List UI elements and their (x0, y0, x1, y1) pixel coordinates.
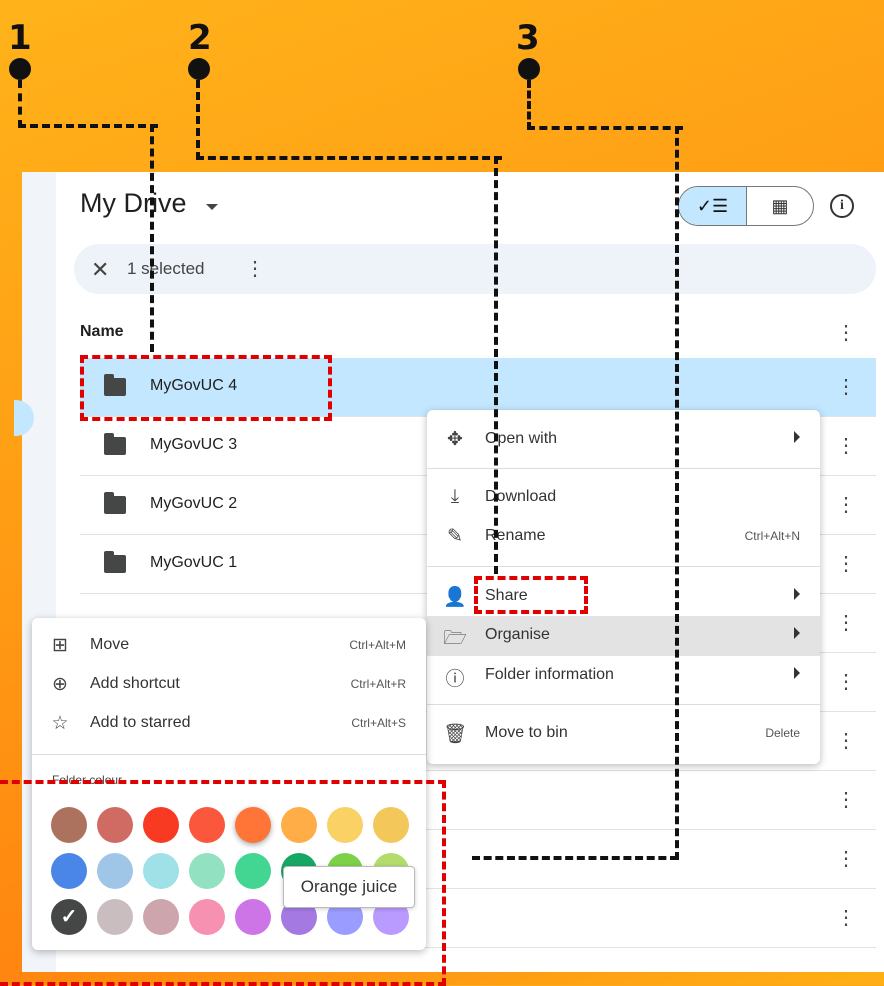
info-icon: ⓘ (445, 669, 465, 690)
row-name: MyGovUC 1 (150, 554, 238, 571)
view-toggle: ✓☰ ▦ (678, 186, 814, 226)
info-icon[interactable]: i (830, 194, 854, 218)
callout-dot-2 (188, 58, 210, 80)
menu-shortcut: Ctrl+Alt+N (744, 529, 800, 543)
grid-view-button[interactable]: ▦ (747, 187, 813, 225)
chevron-down-icon[interactable] (206, 204, 218, 210)
callout-dot-1 (9, 58, 31, 80)
folder-open-icon: 🗁 (443, 628, 467, 649)
add-shortcut-icon: ⊕ (52, 674, 68, 695)
highlight-folder-colour (0, 780, 446, 986)
menu-shortcut: Delete (765, 726, 800, 740)
folder-icon (104, 433, 126, 455)
row-name: MyGovUC 2 (150, 495, 238, 512)
menu-item-organise[interactable]: 🗁 Organise (427, 616, 820, 656)
row-more-icon[interactable]: ⋮ (836, 433, 856, 458)
selection-count: 1 selected (127, 259, 205, 278)
callout-number-3: 3 (516, 18, 540, 58)
menu-shortcut: Ctrl+Alt+S (351, 716, 406, 730)
chevron-right-icon (794, 588, 800, 600)
menu-item-open-with[interactable]: ✥ Open with (427, 420, 820, 460)
row-more-icon[interactable]: ⋮ (836, 846, 856, 871)
menu-shortcut: Ctrl+Alt+M (349, 638, 406, 652)
callout-number-2: 2 (188, 18, 212, 58)
bin-icon: 🗑 (443, 724, 468, 745)
divider (427, 468, 820, 469)
highlight-selected-folder (80, 355, 332, 421)
connector-line-2a (196, 80, 502, 160)
grid-icon: ▦ (771, 196, 789, 216)
connector-line-3c (472, 856, 678, 860)
row-more-icon[interactable]: ⋮ (836, 905, 856, 930)
rename-icon: ✎ (447, 526, 463, 547)
star-icon: ☆ (51, 713, 69, 734)
list-view-button[interactable]: ✓☰ (679, 187, 747, 225)
menu-item-add-shortcut[interactable]: ⊕ Add shortcut Ctrl+Alt+R (32, 665, 426, 705)
menu-item-move[interactable]: ⊞ Move Ctrl+Alt+M (32, 626, 426, 666)
connector-line-1a (18, 80, 158, 128)
divider (427, 704, 820, 705)
close-icon[interactable]: ✕ (91, 257, 109, 283)
menu-item-move-to-bin[interactable]: 🗑 Move to bin Delete (427, 714, 820, 754)
row-more-icon[interactable]: ⋮ (836, 492, 856, 517)
highlight-share (474, 576, 588, 614)
menu-item-download[interactable]: ⤓ Download (427, 478, 820, 518)
row-more-icon[interactable]: ⋮ (836, 551, 856, 576)
menu-item-add-to-starred[interactable]: ☆ Add to starred Ctrl+Alt+S (32, 704, 426, 744)
row-more-icon[interactable]: ⋮ (836, 374, 856, 399)
connector-line-3a (527, 80, 683, 130)
more-actions-icon[interactable]: ⋮ (245, 256, 265, 281)
menu-shortcut: Ctrl+Alt+R (350, 677, 406, 691)
page-title[interactable]: My Drive (80, 188, 187, 219)
folder-icon (104, 551, 126, 573)
open-with-icon: ✥ (447, 429, 463, 450)
share-icon: 👤 (443, 587, 467, 608)
menu-item-label: Move (90, 636, 130, 653)
connector-line-3b (675, 126, 679, 860)
row-name: MyGovUC 3 (150, 436, 238, 453)
callout-number-1: 1 (8, 18, 32, 58)
folder-icon (104, 492, 126, 514)
row-more-icon[interactable]: ⋮ (836, 787, 856, 812)
menu-item-label: Organise (485, 626, 550, 643)
menu-item-label: Add to starred (90, 714, 191, 731)
divider (32, 754, 426, 755)
menu-item-label: Folder information (485, 666, 614, 683)
row-more-icon[interactable]: ⋮ (836, 610, 856, 635)
callout-dot-3 (518, 58, 540, 80)
menu-item-label: Add shortcut (90, 675, 180, 692)
connector-line-2b (494, 156, 498, 574)
row-more-icon[interactable]: ⋮ (836, 728, 856, 753)
download-icon: ⤓ (450, 486, 460, 507)
divider (427, 566, 820, 567)
column-header-name[interactable]: Name (80, 323, 124, 341)
menu-item-label: Move to bin (485, 724, 568, 741)
menu-item-rename[interactable]: ✎ Rename Ctrl+Alt+N (427, 517, 820, 557)
connector-line-1b (150, 124, 154, 352)
check-list-icon: ✓☰ (696, 196, 729, 216)
header-more-icon[interactable]: ⋮ (836, 320, 856, 345)
menu-item-folder-information[interactable]: ⓘ Folder information (427, 656, 820, 696)
move-icon: ⊞ (52, 635, 68, 656)
row-more-icon[interactable]: ⋮ (836, 669, 856, 694)
chevron-right-icon (794, 431, 800, 443)
chevron-right-icon (794, 667, 800, 679)
chevron-right-icon (794, 627, 800, 639)
